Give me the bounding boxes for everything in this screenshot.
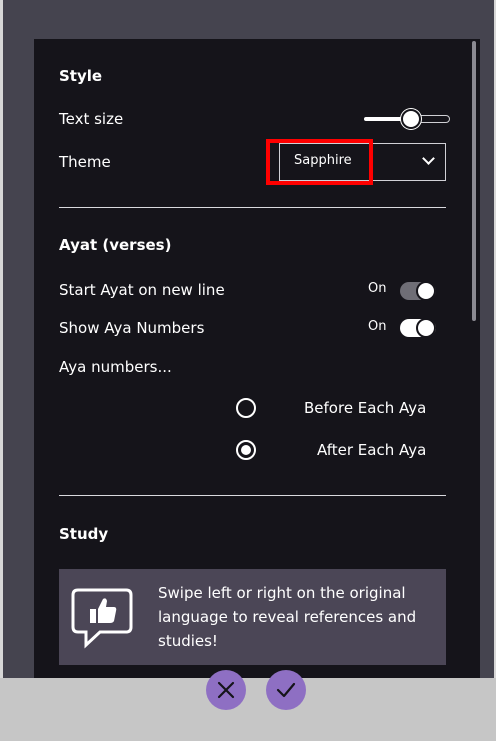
start-ayat-toggle[interactable]	[400, 281, 436, 301]
settings-panel: Style Text size Theme Sapphire Ayat (ver…	[34, 39, 480, 679]
radio-before-label: Before Each Aya	[304, 399, 427, 417]
divider	[59, 207, 446, 208]
check-icon	[276, 682, 296, 698]
theme-label: Theme	[59, 153, 111, 171]
toggle-knob	[416, 318, 436, 338]
ayat-heading: Ayat (verses)	[59, 236, 172, 254]
slider-thumb[interactable]	[401, 109, 421, 129]
start-ayat-label: Start Ayat on new line	[59, 281, 225, 299]
divider	[59, 495, 446, 496]
radio-after-label: After Each Aya	[317, 441, 427, 459]
study-heading: Study	[59, 525, 109, 543]
show-aya-numbers-toggle[interactable]	[400, 318, 436, 338]
confirm-button[interactable]	[266, 670, 306, 710]
aya-numbers-label: Aya numbers...	[59, 358, 172, 376]
bottom-bar	[0, 678, 496, 741]
show-aya-numbers-state: On	[368, 319, 387, 334]
theme-select-value: Sapphire	[294, 153, 352, 168]
scrollbar[interactable]	[472, 41, 476, 321]
toggle-knob	[416, 281, 436, 301]
radio-before-each-aya[interactable]	[236, 398, 256, 418]
show-aya-numbers-label: Show Aya Numbers	[59, 319, 205, 337]
study-tip-box: Swipe left or right on the original lang…	[59, 569, 446, 665]
chevron-down-icon	[422, 152, 435, 165]
start-ayat-state: On	[368, 281, 387, 296]
close-icon	[217, 681, 235, 699]
style-heading: Style	[59, 67, 103, 85]
study-tip-text: Swipe left or right on the original lang…	[158, 584, 417, 650]
text-size-label: Text size	[59, 110, 124, 128]
window-edge-left	[0, 0, 3, 741]
radio-after-each-aya[interactable]	[236, 440, 256, 460]
radio-selected-dot	[241, 445, 251, 455]
thumbs-up-chat-icon	[71, 588, 133, 649]
cancel-button[interactable]	[206, 670, 246, 710]
